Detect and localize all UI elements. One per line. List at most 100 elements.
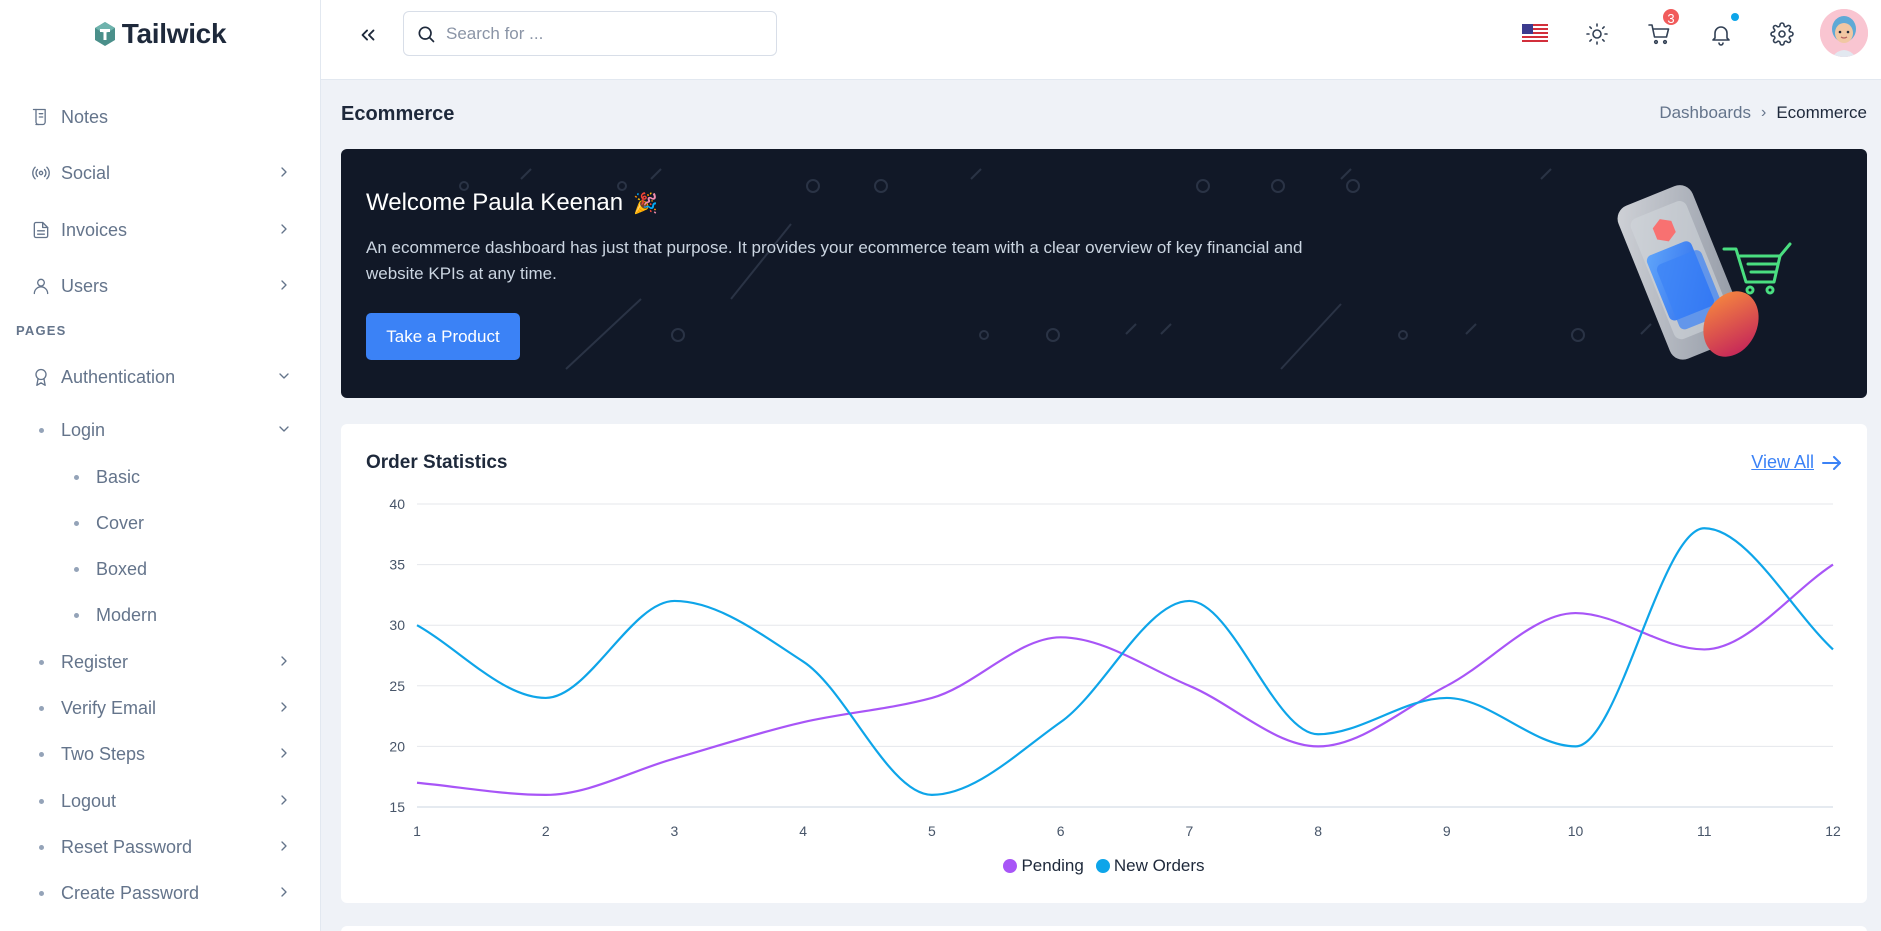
x-tick-label: 11: [1697, 823, 1712, 839]
page-title: Ecommerce: [341, 103, 455, 125]
bullet-dot: [39, 844, 44, 850]
sidebar-item-authentication[interactable]: Authentication: [0, 357, 320, 397]
logo[interactable]: Tailwick: [0, 0, 320, 68]
sidebar-collapse-button[interactable]: [353, 20, 383, 50]
x-tick-label: 6: [1057, 823, 1065, 839]
y-tick-label: 15: [389, 799, 405, 815]
sidebar-item-label: Invoices: [61, 219, 128, 240]
bullet-dot: [39, 659, 44, 665]
sidebar-item-social[interactable]: Social: [0, 153, 320, 193]
sidebar-item-reset-password[interactable]: Reset Password: [0, 827, 320, 867]
broadcast-icon: [30, 162, 52, 184]
chevron-right-icon: [276, 164, 294, 182]
sidebar-item-label: Verify Email: [61, 697, 157, 718]
theme-toggle[interactable]: [1580, 17, 1614, 51]
breadcrumb: Dashboards › Ecommerce: [1659, 103, 1867, 123]
bullet-dot: [74, 520, 79, 526]
legend-item-pending[interactable]: Pending: [1003, 856, 1084, 876]
chevron-right-icon: [276, 653, 294, 671]
bullet-dot: [39, 751, 44, 757]
user-avatar[interactable]: [1820, 9, 1868, 57]
sidebar-item-label: Login: [61, 419, 106, 440]
sidebar-item-login-basic[interactable]: Basic: [0, 457, 320, 497]
sidebar-item-label: Modern: [96, 604, 158, 625]
chevron-right-icon: [276, 745, 294, 763]
next-card-edge: [341, 926, 1867, 931]
chevron-right-icon: [276, 699, 294, 717]
bullet-dot: [39, 890, 44, 896]
x-tick-label: 12: [1825, 823, 1841, 839]
sidebar-item-two-steps[interactable]: Two Steps: [0, 734, 320, 774]
shopping-illustration: [1617, 185, 1792, 360]
notes-icon: [30, 106, 52, 128]
search-icon: [418, 26, 435, 42]
award-icon: [30, 366, 52, 388]
brand-name: Tailwick: [121, 18, 227, 49]
legend-marker: [1003, 859, 1018, 873]
y-tick-label: 35: [389, 557, 405, 573]
sidebar-item-label: Authentication: [61, 366, 176, 387]
avatar-image: [1820, 9, 1868, 57]
sidebar-item-create-password[interactable]: Create Password: [0, 873, 320, 913]
cart-button[interactable]: 3: [1642, 7, 1681, 51]
x-tick-label: 8: [1314, 823, 1322, 839]
sidebar-item-login-cover[interactable]: Cover: [0, 503, 320, 543]
x-tick-label: 7: [1185, 823, 1193, 839]
sidebar-item-users[interactable]: Users: [0, 266, 320, 306]
search-box: [403, 11, 777, 56]
legend-item-new-orders[interactable]: New Orders: [1095, 856, 1205, 876]
sidebar-item-register[interactable]: Register: [0, 642, 320, 682]
sidebar-item-logout[interactable]: Logout: [0, 781, 320, 821]
x-tick-label: 5: [928, 823, 936, 839]
y-tick-label: 20: [389, 738, 405, 754]
topbar: 3: [321, 0, 1881, 80]
sidebar-item-notes[interactable]: Notes: [0, 97, 320, 137]
bullet-dot: [74, 474, 79, 480]
bullet-dot: [39, 705, 44, 711]
bullet-dot: [39, 427, 44, 433]
gear-icon: [1770, 22, 1794, 46]
legend-label: New Orders: [1113, 856, 1205, 875]
bullet-dot: [74, 612, 79, 618]
sidebar-item-label: Users: [61, 275, 109, 296]
breadcrumb-parent-link[interactable]: Dashboards: [1659, 103, 1751, 123]
series-line-new-orders[interactable]: [416, 527, 1834, 796]
chevron-right-icon: [276, 838, 294, 856]
take-a-product-button[interactable]: Take a Product: [366, 313, 520, 360]
sidebar-item-label: Logout: [61, 790, 117, 811]
search-input[interactable]: [446, 20, 766, 48]
settings-button[interactable]: [1765, 17, 1799, 51]
sidebar-item-login-modern[interactable]: Modern: [0, 595, 320, 635]
sidebar-item-label: Reset Password: [61, 836, 193, 857]
x-tick-label: 9: [1443, 823, 1451, 839]
sidebar-section-label: PAGES: [16, 323, 67, 338]
chevrons-left-icon: [361, 29, 375, 41]
sidebar-item-login[interactable]: Login: [0, 410, 320, 450]
order-statistics-card: Order Statistics View All 15 20 25 30 35 40 1…: [341, 424, 1867, 903]
bullet-dot: [39, 798, 44, 804]
sidebar-item-verify-email[interactable]: Verify Email: [0, 688, 320, 728]
chart-legend: Pending New Orders: [341, 856, 1867, 876]
sidebar-item-label: Create Password: [61, 882, 200, 903]
sidebar: Tailwick Notes Social Invoices Users PAG…: [0, 0, 321, 931]
y-tick-label: 25: [389, 678, 405, 694]
sidebar-item-label: Basic: [96, 466, 141, 487]
sidebar-item-label: Register: [61, 651, 129, 672]
logo-icon: [94, 22, 115, 46]
chevron-right-icon: [276, 221, 294, 239]
breadcrumb-separator: ›: [1760, 104, 1767, 121]
chevron-down-icon: [276, 421, 294, 439]
notifications-button[interactable]: [1704, 13, 1739, 51]
sidebar-item-invoices[interactable]: Invoices: [0, 210, 320, 250]
y-tick-label: 30: [389, 617, 405, 633]
party-popper-icon: 🎉: [633, 192, 658, 215]
chevron-right-icon: [276, 792, 294, 810]
language-selector[interactable]: [1518, 17, 1552, 51]
welcome-heading: Welcome Paula Keenan 🎉: [366, 189, 658, 217]
sidebar-item-login-boxed[interactable]: Boxed: [0, 549, 320, 589]
x-tick-label: 4: [799, 823, 807, 839]
series-line-pending[interactable]: [416, 563, 1834, 796]
us-flag-icon: [1522, 24, 1548, 44]
sidebar-item-label: Social: [61, 162, 111, 183]
x-tick-label: 10: [1568, 823, 1584, 839]
